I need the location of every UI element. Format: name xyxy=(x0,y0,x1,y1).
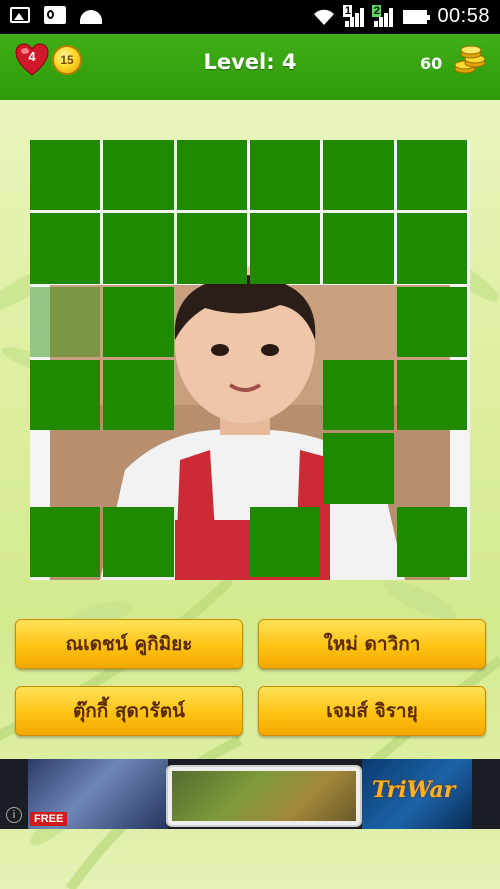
puzzle-tile xyxy=(30,286,101,357)
game-header: 4 15 Level: 4 60 xyxy=(0,34,500,100)
puzzle-tile xyxy=(323,140,394,211)
android-notification-icon xyxy=(80,10,102,24)
puzzle-tile xyxy=(396,140,467,211)
ad-brand-logo[interactable]: TriWar xyxy=(372,777,455,803)
puzzle-tile xyxy=(30,213,101,284)
puzzle-tile xyxy=(323,433,394,504)
puzzle-tile xyxy=(323,360,394,431)
info-icon[interactable]: i xyxy=(6,807,22,823)
answer-button-1[interactable]: ณเดชน์ คูกิมิยะ xyxy=(15,619,243,669)
coin-stack-icon xyxy=(454,45,486,74)
signal-sim2-icon: 2 xyxy=(372,4,394,27)
puzzle-tile xyxy=(396,213,467,284)
answer-button-3[interactable]: ตุ๊กกี้ สุดารัตน์ xyxy=(15,686,243,736)
sim1-label: 1 xyxy=(343,4,353,17)
ad-phone-screenshot[interactable] xyxy=(166,765,362,827)
ad-game-map xyxy=(172,771,356,821)
wifi-icon xyxy=(314,9,335,25)
ad-banner[interactable]: FREE TriWar i xyxy=(0,759,500,829)
puzzle-tile xyxy=(323,213,394,284)
puzzle-tile xyxy=(103,506,174,577)
puzzle-tile xyxy=(250,140,321,211)
puzzle-tile xyxy=(396,506,467,577)
status-bar: 1 2 00:58 xyxy=(0,0,500,34)
battery-icon xyxy=(403,9,431,24)
puzzle-tile xyxy=(30,140,101,211)
puzzle-tile xyxy=(176,213,247,284)
sim2-label: 2 xyxy=(372,4,382,17)
coins-count: 60 xyxy=(420,54,443,73)
clock: 00:58 xyxy=(437,5,490,27)
puzzle-tile xyxy=(103,360,174,431)
puzzle-tile xyxy=(103,140,174,211)
puzzle-tile xyxy=(396,360,467,431)
outlook-notification-icon xyxy=(44,6,66,24)
answer-button-4[interactable]: เจมส์ จิรายุ xyxy=(258,686,486,736)
ad-free-badge[interactable]: FREE xyxy=(30,812,68,826)
signal-sim1-icon: 1 xyxy=(343,4,365,27)
puzzle-tile xyxy=(396,286,467,357)
puzzle-tile xyxy=(176,140,247,211)
puzzle-tile xyxy=(30,506,101,577)
answer-button-2[interactable]: ใหม่ ดาวิกา xyxy=(258,619,486,669)
puzzle-tile xyxy=(103,213,174,284)
puzzle-board xyxy=(30,140,470,580)
puzzle-tile xyxy=(103,286,174,357)
puzzle-tile xyxy=(250,213,321,284)
puzzle-tile xyxy=(30,360,101,431)
puzzle-tile xyxy=(250,506,321,577)
image-notification-icon xyxy=(10,7,30,23)
